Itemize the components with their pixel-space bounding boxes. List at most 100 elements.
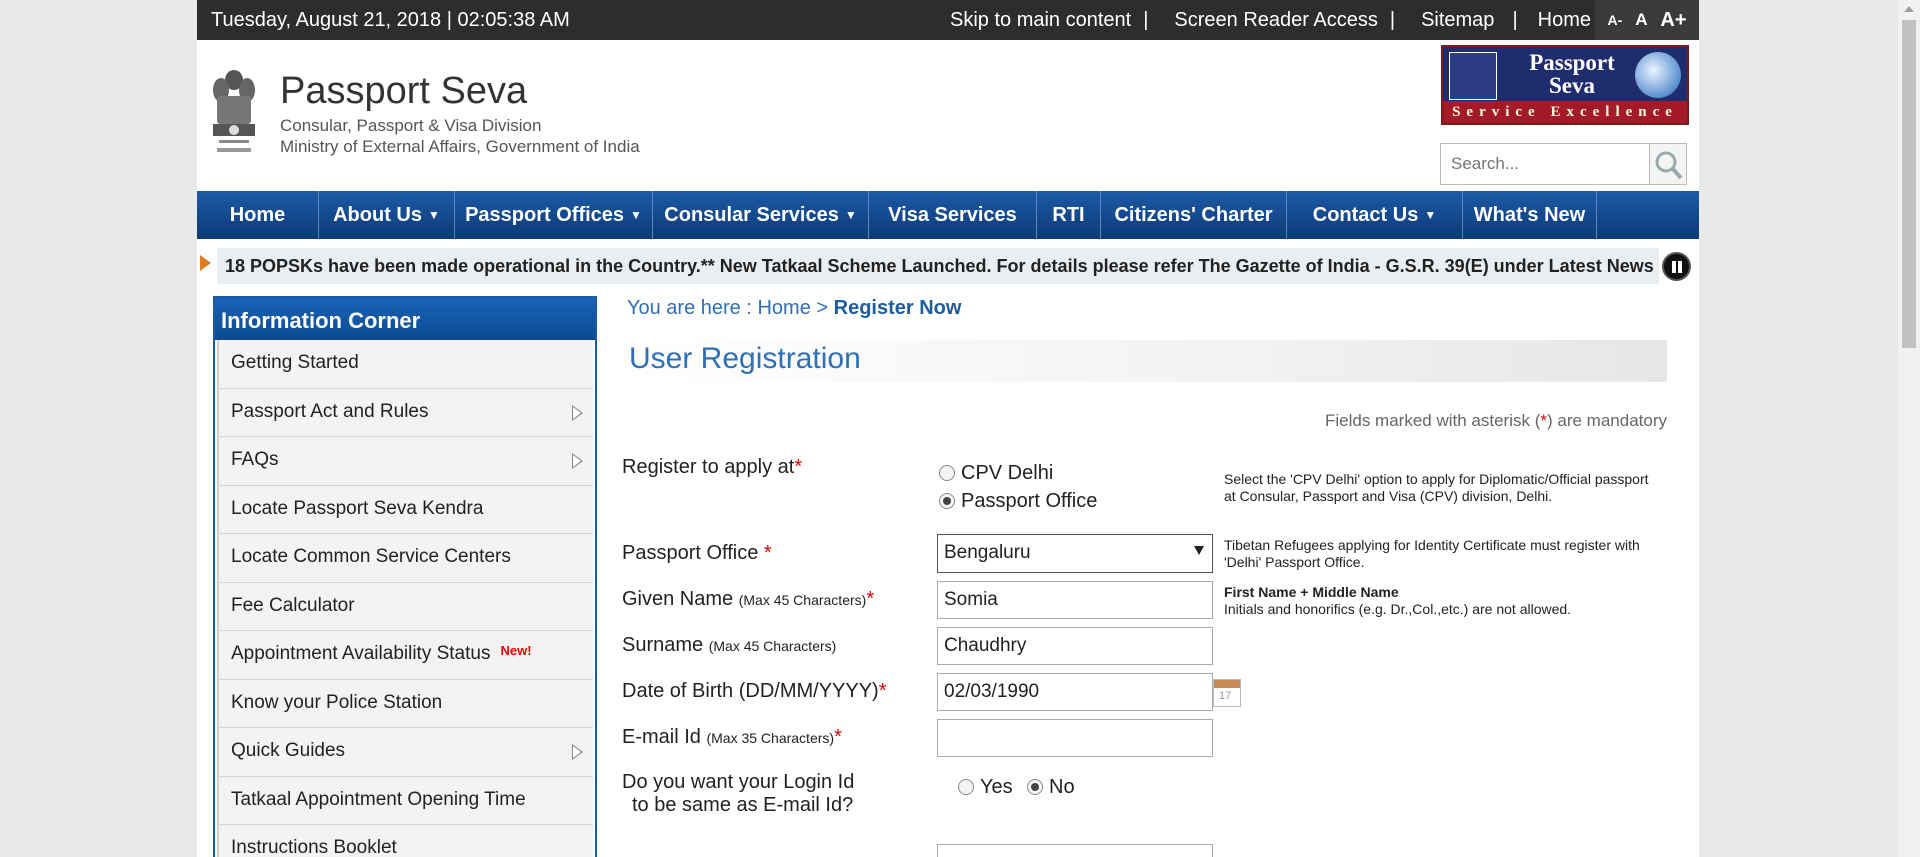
sitemap-link[interactable]: Sitemap — [1421, 9, 1494, 32]
passport-office-select[interactable]: Bengaluru — [937, 534, 1213, 573]
nav-item-label: Home — [229, 203, 286, 226]
scrollbar-thumb[interactable] — [1902, 20, 1916, 348]
passport-seva-logo: Passport Seva Service Excellence — [1441, 45, 1689, 125]
asterisk: * — [794, 456, 803, 478]
logo-title: Passport Seva — [1529, 50, 1615, 98]
sidebar-list: Getting Started Passport Act and Rules FAQ… — [215, 340, 595, 857]
page: Tuesday, August 21, 2018 | 02:05:38 AM S… — [197, 0, 1699, 857]
sidebar-item-fee-calculator[interactable]: Fee Calculator — [217, 582, 593, 631]
skip-to-main-link[interactable]: Skip to main content — [950, 9, 1131, 32]
scrollbar[interactable] — [1898, 0, 1920, 857]
radio-login-yes-input[interactable] — [958, 779, 974, 795]
given-name-help: First Name + Middle Name Initials and hon… — [1224, 584, 1664, 618]
nav-item-label: Consular Services — [664, 203, 839, 226]
ticker-arrow-icon — [200, 255, 211, 271]
asterisk: * — [866, 588, 875, 610]
submenu-arrow-icon — [572, 744, 583, 760]
nav-item-label: About Us — [333, 203, 422, 226]
nav-item-home[interactable]: Home — [197, 191, 319, 239]
asterisk: * — [878, 680, 887, 702]
nav-item-contact-us[interactable]: Contact Us ▼ — [1287, 191, 1463, 239]
caret-down-icon: ▼ — [844, 208, 857, 222]
radio-passport-office[interactable]: Passport Office — [939, 490, 1097, 513]
font-size-controls: A- A A+ — [1595, 0, 1699, 40]
sidebar-item-label: Quick Guides — [231, 740, 346, 761]
nav-item-consular-services[interactable]: Consular Services ▼ — [653, 191, 869, 239]
ticker-text[interactable]: 18 POPSKs have been made operational in … — [217, 248, 1659, 284]
font-normal-button[interactable]: A — [1635, 10, 1647, 30]
sidebar-item-getting-started[interactable]: Getting Started — [217, 340, 593, 389]
nav-item-label: Citizens' Charter — [1114, 203, 1273, 226]
sidebar-item-instructions-booklet[interactable]: Instructions Booklet — [217, 825, 593, 857]
given-name-label: Given Name (Max 45 Characters)* — [622, 588, 874, 611]
globe-icon — [1635, 52, 1681, 98]
font-decrease-button[interactable]: A- — [1607, 12, 1622, 28]
dob-input[interactable]: 02/03/1990 — [937, 673, 1213, 711]
asterisk: * — [763, 542, 772, 564]
email-hint: (Max 35 Characters) — [706, 730, 835, 746]
radio-cpv-delhi-input[interactable] — [939, 465, 955, 481]
sidebar-item-label: Fee Calculator — [231, 594, 355, 616]
calendar-icon[interactable]: 17 — [1213, 679, 1241, 707]
breadcrumb: You are here : Home > Register Now — [627, 297, 961, 320]
home-link[interactable]: Home — [1538, 9, 1591, 32]
given-name-input[interactable]: Somia — [937, 581, 1213, 619]
login-id-input[interactable] — [937, 844, 1213, 857]
login-same-label-line1: Do you want your Login Id — [622, 771, 855, 793]
nav-item-label: Passport Offices — [465, 203, 625, 226]
radio-login-yes[interactable]: Yes — [958, 776, 1013, 799]
sidebar-item-locate-common-service-centers[interactable]: Locate Common Service Centers — [217, 534, 593, 583]
separator: | — [1143, 9, 1149, 31]
sidebar-item-label: Getting Started — [231, 352, 359, 373]
breadcrumb-home-link[interactable]: Home — [757, 297, 810, 319]
sidebar-item-faqs[interactable]: FAQs — [217, 437, 593, 486]
radio-login-no-input[interactable] — [1027, 779, 1043, 795]
radio-cpv-delhi[interactable]: CPV Delhi — [939, 462, 1053, 485]
chevron-down-icon — [1194, 546, 1204, 555]
nav-item-citizens-charter[interactable]: Citizens' Charter — [1101, 191, 1287, 239]
page-title: User Registration — [617, 340, 1667, 382]
nav-item-label: RTI — [1052, 203, 1085, 226]
sidebar-item-quick-guides[interactable]: Quick Guides — [217, 728, 593, 777]
site-title: Passport Seva — [280, 70, 528, 112]
nav-item-visa-services[interactable]: Visa Services — [869, 191, 1037, 239]
radio-login-no-label: No — [1049, 776, 1075, 798]
radio-passport-office-input[interactable] — [939, 493, 955, 509]
scroll-up-icon[interactable] — [1904, 6, 1914, 12]
nav-item-rti[interactable]: RTI — [1037, 191, 1101, 239]
sidebar-item-tatkaal-appointment-opening-time[interactable]: Tatkaal Appointment Opening Time — [217, 776, 593, 825]
logo-tagline: Service Excellence — [1443, 101, 1687, 123]
sidebar-item-appointment-availability-status[interactable]: Appointment Availability Status New! — [217, 631, 593, 680]
email-field[interactable] — [937, 719, 1213, 757]
register-at-label: Register to apply at* — [622, 456, 802, 479]
sidebar-item-locate-passport-seva-kendra[interactable]: Locate Passport Seva Kendra — [217, 485, 593, 534]
screen-reader-link[interactable]: Screen Reader Access — [1174, 9, 1377, 32]
nav-item-label: Contact Us — [1312, 203, 1419, 226]
submenu-arrow-icon — [572, 404, 583, 421]
email-label-text: E-mail Id — [622, 726, 707, 748]
font-increase-button[interactable]: A+ — [1660, 9, 1686, 32]
search-input[interactable] — [1440, 143, 1650, 185]
nav-item-passport-offices[interactable]: Passport Offices ▼ — [455, 191, 653, 239]
nav-item-what-s-new[interactable]: What's New — [1463, 191, 1597, 239]
separator: | — [1389, 9, 1396, 31]
register-at-help: Select the 'CPV Delhi' option to apply f… — [1224, 471, 1649, 504]
login-same-label-line2: to be same as E-mail Id? — [632, 794, 854, 816]
sidebar-item-label: Locate Common Service Centers — [231, 546, 511, 567]
given-name-help-bold: First Name + Middle Name — [1224, 584, 1399, 600]
national-emblem-icon — [213, 70, 255, 152]
separator: | — [1512, 9, 1518, 31]
mandatory-note-text: Fields marked with asterisk ( — [1324, 411, 1541, 430]
sidebar-item-know-your-police-station[interactable]: Know your Police Station — [217, 679, 593, 728]
sidebar-item-label: Passport Act and Rules — [231, 400, 429, 422]
search-button[interactable] — [1649, 143, 1687, 185]
breadcrumb-current: Register Now — [833, 297, 962, 319]
nav-item-about-us[interactable]: About Us ▼ — [319, 191, 455, 239]
given-name-label-text: Given Name — [622, 588, 739, 610]
sidebar-item-label: Appointment Availability Status — [231, 643, 491, 664]
pause-icon[interactable] — [1662, 252, 1691, 281]
radio-login-no[interactable]: No — [1027, 776, 1075, 799]
surname-input[interactable]: Chaudhry — [937, 627, 1213, 665]
sidebar-item-passport-act-and-rules[interactable]: Passport Act and Rules — [217, 388, 593, 437]
search-icon — [1655, 151, 1683, 180]
